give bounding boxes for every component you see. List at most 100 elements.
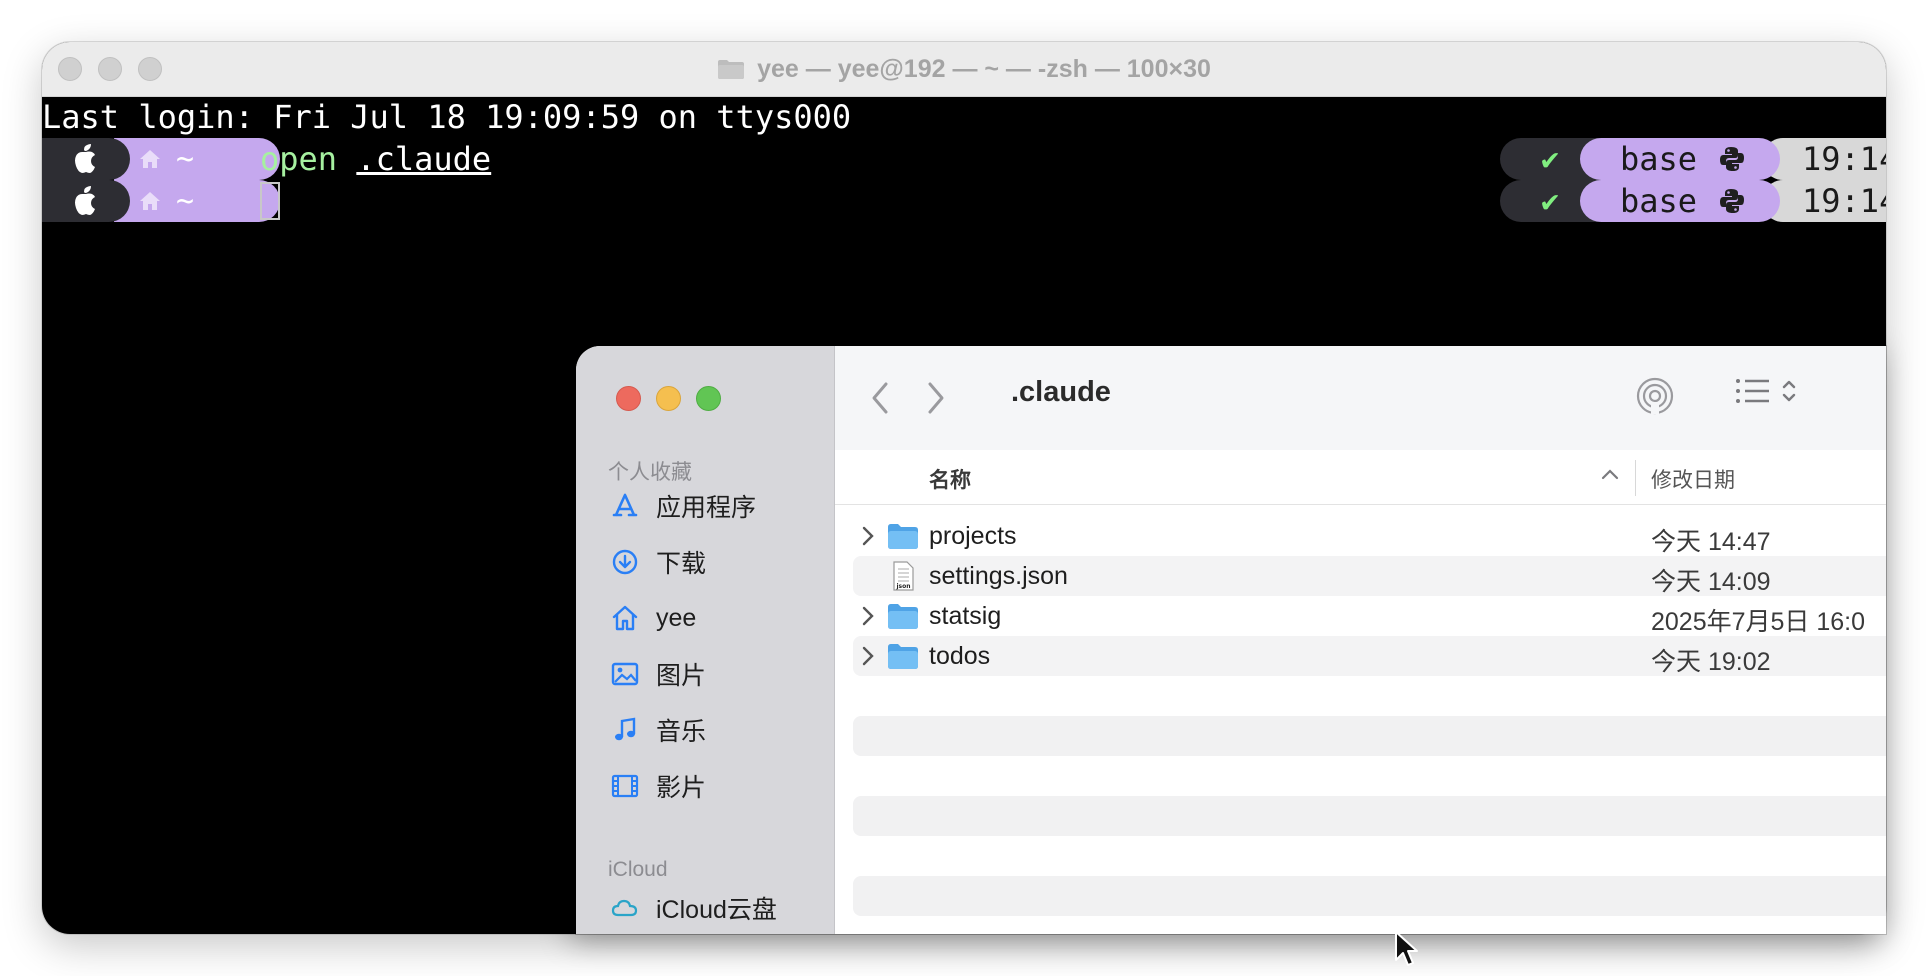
prompt-dir-segment: ~: [114, 180, 280, 222]
airdrop-icon: [1636, 377, 1674, 415]
minimize-button[interactable]: [656, 386, 681, 411]
sidebar-item-label: yee: [656, 603, 697, 632]
env-name: base: [1620, 182, 1698, 220]
finder-main: .claude 名称 修改日期 projects 今天 14:47 json s…: [835, 346, 1886, 934]
file-row[interactable]: json settings.json 今天 14:09: [853, 556, 1886, 596]
sidebar-item-label: 影片: [656, 774, 707, 802]
command-arg-link[interactable]: .claude: [356, 140, 491, 178]
terminal-cursor: [260, 182, 280, 220]
icloud-drive-icon: [611, 899, 638, 917]
sidebar-item-icloud-drive[interactable]: iCloud云盘: [610, 886, 777, 930]
movies-icon: [611, 774, 639, 798]
svg-text:json: json: [895, 583, 910, 590]
file-row[interactable]: projects 今天 14:47: [853, 516, 1886, 556]
time-segment: 19:14: [1762, 180, 1886, 222]
home-icon: [612, 605, 638, 631]
time-segment: 19:14: [1762, 138, 1886, 180]
sidebar-item-label: 应用程序: [656, 494, 757, 522]
file-date: 2025年7月5日 16:0: [1651, 608, 1866, 636]
sidebar-item-applications[interactable]: 应用程序: [610, 484, 756, 528]
prompt-dir-segment: ~: [114, 138, 280, 180]
file-name: projects: [929, 522, 1017, 550]
folder-icon: [718, 60, 745, 79]
python-icon: [1720, 189, 1745, 213]
prompt-line: ~ open .claude 19:14 ✔ base: [42, 138, 1886, 180]
file-name: settings.json: [929, 562, 1068, 590]
view-options-button[interactable]: [1735, 376, 1797, 406]
file-name: statsig: [929, 602, 1002, 630]
folder-icon: [888, 644, 918, 669]
file-row[interactable]: statsig 2025年7月5日 16:0: [853, 596, 1886, 636]
disclosure-triangle-icon[interactable]: [861, 645, 875, 667]
env-name: base: [1620, 140, 1698, 178]
mouse-pointer-icon: [1395, 931, 1418, 966]
chevron-updown-icon: [1782, 380, 1796, 402]
apple-icon: [75, 144, 95, 173]
sidebar-item-pictures[interactable]: 图片: [610, 652, 706, 696]
column-date-header[interactable]: 修改日期: [1651, 464, 1735, 494]
finder-sidebar: 个人收藏 应用程序 下载 yee 图片 音乐 影片 iCloud iCloud云…: [576, 346, 835, 934]
downloads-icon: [612, 549, 638, 575]
apple-icon: [75, 186, 95, 215]
file-date: 今天 19:02: [1651, 648, 1771, 676]
home-icon: [140, 150, 160, 168]
home-icon: [140, 192, 160, 210]
airdrop-button[interactable]: [1635, 376, 1675, 416]
file-date: 今天 14:09: [1651, 568, 1771, 596]
command-name: open: [260, 140, 338, 178]
forward-button[interactable]: [919, 380, 953, 416]
env-segment: base: [1580, 180, 1780, 222]
disclosure-triangle-icon[interactable]: [861, 525, 875, 547]
folder-icon: [888, 524, 918, 549]
sidebar-item-music[interactable]: 音乐: [610, 708, 706, 752]
terminal-title: yee — yee@192 — ~ — -zsh — 100×30: [42, 42, 1886, 96]
music-icon: [615, 717, 636, 741]
sidebar-item-label: 音乐: [656, 718, 707, 746]
empty-row: [853, 796, 1886, 836]
prompt-os-segment: [42, 180, 130, 222]
check-icon: ✔: [1540, 141, 1560, 177]
sidebar-item-label: iCloud云盘: [656, 896, 777, 924]
empty-row: [853, 876, 1886, 916]
prompt-os-segment: [42, 138, 130, 180]
env-segment: base: [1580, 138, 1780, 180]
chevron-left-icon: [872, 382, 888, 414]
prompt-time: 19:14: [1802, 140, 1886, 178]
terminal-titlebar[interactable]: yee — yee@192 — ~ — -zsh — 100×30: [42, 42, 1886, 97]
finder-toolbar: .claude: [835, 346, 1886, 451]
sort-ascending-icon[interactable]: [1601, 468, 1619, 480]
terminal-title-text: yee — yee@192 — ~ — -zsh — 100×30: [757, 54, 1211, 83]
folder-title: .claude: [1011, 376, 1111, 408]
finder-window: 个人收藏 应用程序 下载 yee 图片 音乐 影片 iCloud iCloud云…: [576, 346, 1886, 934]
column-divider[interactable]: [1635, 460, 1636, 496]
sidebar-item-movies[interactable]: 影片: [610, 764, 706, 808]
pictures-icon: [611, 662, 639, 686]
prompt-dir: ~: [176, 141, 195, 177]
sidebar-item-home[interactable]: yee: [610, 596, 696, 640]
favorites-header: 个人收藏: [608, 461, 692, 484]
python-icon: [1720, 147, 1745, 171]
file-row[interactable]: todos 今天 19:02: [853, 636, 1886, 676]
folder-icon: [888, 604, 918, 629]
icloud-header: iCloud: [608, 858, 668, 881]
column-name-header[interactable]: 名称: [929, 464, 971, 494]
prompt-line: ~ 19:14 ✔ base: [42, 180, 1886, 222]
column-header: 名称 修改日期: [835, 450, 1886, 505]
zoom-button[interactable]: [696, 386, 721, 411]
chevron-right-icon: [928, 382, 944, 414]
sidebar-item-label: 图片: [656, 662, 707, 690]
close-button[interactable]: [616, 386, 641, 411]
check-icon: ✔: [1540, 183, 1560, 219]
prompt-dir: ~: [176, 183, 195, 219]
sidebar-item-downloads[interactable]: 下载: [610, 540, 706, 584]
file-date: 今天 14:47: [1651, 528, 1771, 556]
file-name: todos: [929, 642, 991, 670]
back-button[interactable]: [863, 380, 897, 416]
prompt-time: 19:14: [1802, 182, 1886, 220]
disclosure-triangle-icon[interactable]: [861, 605, 875, 627]
sidebar-item-label: 下载: [656, 550, 707, 578]
json-file-icon: json: [893, 561, 914, 591]
last-login-line: Last login: Fri Jul 18 19:09:59 on ttys0…: [42, 98, 852, 136]
applications-icon: [612, 493, 638, 517]
empty-row: [853, 716, 1886, 756]
